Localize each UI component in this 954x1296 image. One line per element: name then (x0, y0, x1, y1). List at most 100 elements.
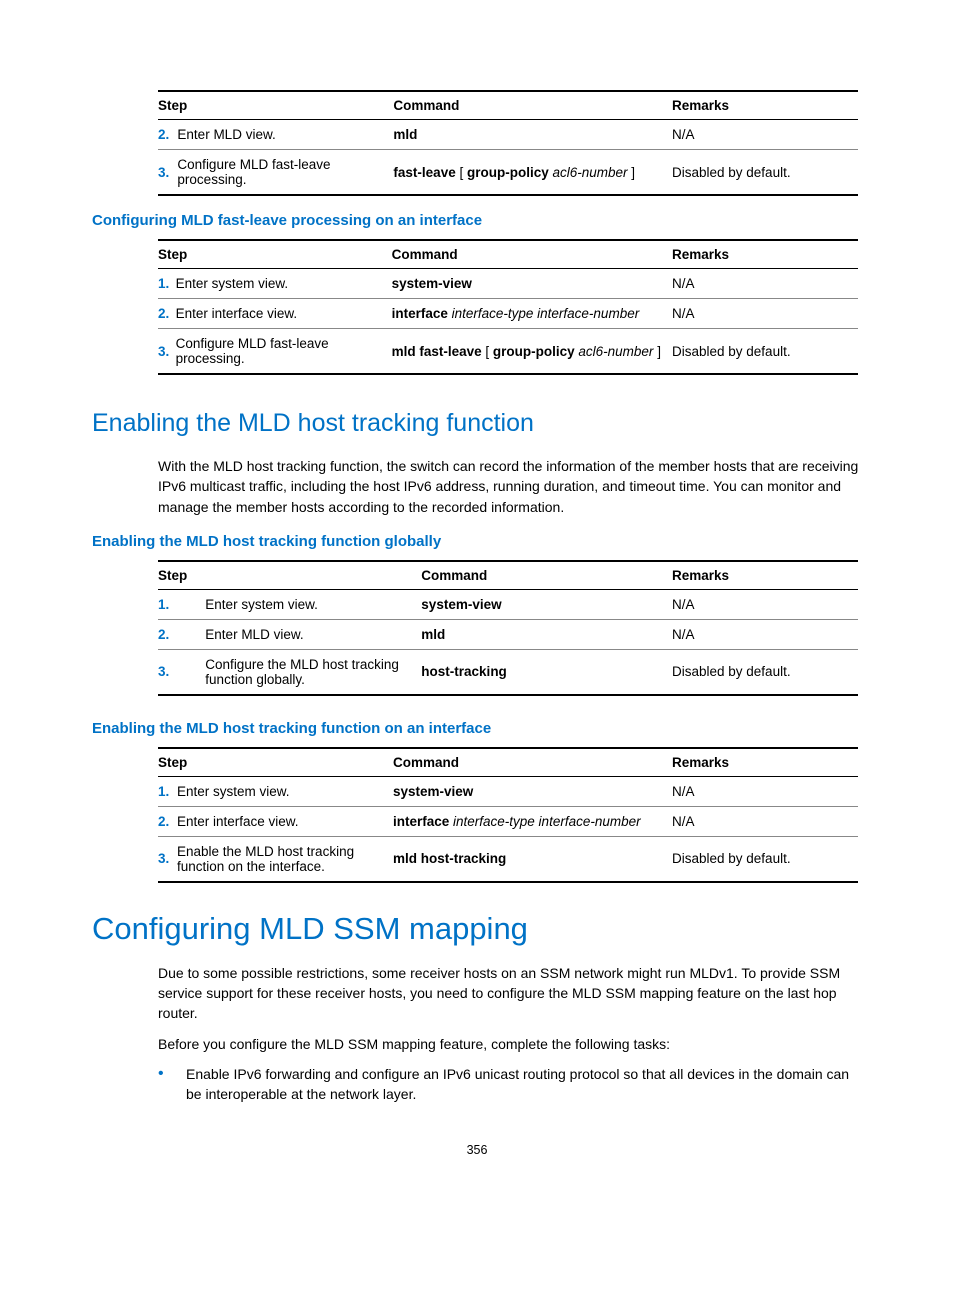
step-remarks: N/A (672, 589, 858, 619)
th-remarks: Remarks (672, 240, 858, 269)
step-number: 3. (158, 329, 176, 375)
step-desc: Enter interface view. (176, 299, 392, 329)
table-row: 1. Enter system view. system-view N/A (158, 269, 858, 299)
page-number: 356 (92, 1143, 862, 1157)
step-remarks: Disabled by default. (672, 649, 858, 695)
step-number: 1. (158, 269, 176, 299)
table-row: 1. Enter system view. system-view N/A (158, 776, 858, 806)
heading-1: Configuring MLD SSM mapping (92, 911, 862, 947)
step-number: 1. (158, 589, 205, 619)
cmd-italic: acl6-number (549, 165, 628, 180)
th-step: Step (158, 240, 392, 269)
cmd-bold: system-view (421, 597, 501, 612)
step-remarks: N/A (672, 776, 858, 806)
cmd-bold: mld (421, 627, 445, 642)
step-number: 2. (158, 120, 177, 150)
step-number: 2. (158, 806, 177, 836)
step-command: mld (393, 120, 672, 150)
cmd-bold: mld host-tracking (393, 851, 506, 866)
paragraph: Due to some possible restrictions, some … (158, 963, 862, 1024)
cmd-italic: interface-type interface-number (448, 306, 639, 321)
bullet-item: • Enable IPv6 forwarding and configure a… (158, 1064, 862, 1105)
cmd-plain: ] (628, 165, 636, 180)
config-table-3: Step Command Remarks 1. Enter system vie… (158, 560, 858, 696)
th-remarks: Remarks (672, 748, 858, 777)
step-number: 1. (158, 776, 177, 806)
step-desc: Configure MLD fast-leave processing. (176, 329, 392, 375)
step-remarks: N/A (672, 269, 858, 299)
step-command: system-view (421, 589, 672, 619)
cmd-bold: mld (393, 127, 417, 142)
th-step: Step (158, 561, 421, 590)
cmd-plain: ] (653, 344, 661, 359)
th-command: Command (393, 748, 672, 777)
cmd-italic: interface-type interface-number (449, 814, 640, 829)
step-command: system-view (393, 776, 672, 806)
cmd-bold: mld fast-leave (392, 344, 482, 359)
table-row: 2. Enter interface view. interface inter… (158, 299, 858, 329)
cmd-plain: [ (482, 344, 493, 359)
th-step: Step (158, 748, 393, 777)
heading-3: Enabling the MLD host tracking function … (92, 533, 862, 550)
config-table-4: Step Command Remarks 1. Enter system vie… (158, 747, 858, 883)
step-desc: Enter interface view. (177, 806, 393, 836)
step-remarks: N/A (672, 299, 858, 329)
step-number: 3. (158, 150, 177, 196)
cmd-bold: system-view (392, 276, 472, 291)
cmd-bold: interface (393, 814, 449, 829)
th-step: Step (158, 91, 393, 120)
th-remarks: Remarks (672, 91, 858, 120)
heading-2: Enabling the MLD host tracking function (92, 409, 862, 438)
table-row: 2. Enter MLD view. mld N/A (158, 619, 858, 649)
th-command: Command (393, 91, 672, 120)
cmd-bold: interface (392, 306, 448, 321)
table-row: 3. Configure MLD fast-leave processing. … (158, 150, 858, 196)
bullet-text: Enable IPv6 forwarding and configure an … (186, 1064, 862, 1105)
table-row: 1. Enter system view. system-view N/A (158, 589, 858, 619)
step-desc: Enter system view. (177, 776, 393, 806)
step-remarks: N/A (672, 619, 858, 649)
cmd-bold: group-policy (493, 344, 575, 359)
cmd-bold: group-policy (467, 165, 549, 180)
config-table-2: Step Command Remarks 1. Enter system vie… (158, 239, 858, 375)
step-remarks: Disabled by default. (672, 329, 858, 375)
paragraph: With the MLD host tracking function, the… (158, 456, 862, 517)
heading-3: Enabling the MLD host tracking function … (92, 720, 862, 737)
th-command: Command (421, 561, 672, 590)
bullet-icon: • (158, 1064, 186, 1105)
paragraph: Before you configure the MLD SSM mapping… (158, 1034, 862, 1054)
step-command: fast-leave [ group-policy acl6-number ] (393, 150, 672, 196)
step-desc: Configure the MLD host tracking function… (205, 649, 421, 695)
table-row: 2. Enter interface view. interface inter… (158, 806, 858, 836)
cmd-plain: [ (456, 165, 467, 180)
step-desc: Enable the MLD host tracking function on… (177, 836, 393, 882)
step-desc: Enter system view. (176, 269, 392, 299)
step-desc: Enter MLD view. (177, 120, 393, 150)
step-desc: Enter MLD view. (205, 619, 421, 649)
cmd-bold: fast-leave (393, 165, 455, 180)
cmd-bold: system-view (393, 784, 473, 799)
table-row: 3. Enable the MLD host tracking function… (158, 836, 858, 882)
step-remarks: Disabled by default. (672, 836, 858, 882)
step-command: mld fast-leave [ group-policy acl6-numbe… (392, 329, 672, 375)
step-desc: Enter system view. (205, 589, 421, 619)
table-row: 2. Enter MLD view. mld N/A (158, 120, 858, 150)
th-remarks: Remarks (672, 561, 858, 590)
step-command: interface interface-type interface-numbe… (393, 806, 672, 836)
step-remarks: N/A (672, 806, 858, 836)
step-number: 3. (158, 649, 205, 695)
table-row: 3. Configure MLD fast-leave processing. … (158, 329, 858, 375)
step-command: system-view (392, 269, 672, 299)
step-remarks: N/A (672, 120, 858, 150)
document-page: Step Command Remarks 2. Enter MLD view. … (0, 0, 954, 1197)
step-desc: Configure MLD fast-leave processing. (177, 150, 393, 196)
step-command: host-tracking (421, 649, 672, 695)
cmd-italic: acl6-number (575, 344, 654, 359)
config-table-1: Step Command Remarks 2. Enter MLD view. … (158, 90, 858, 196)
step-command: mld (421, 619, 672, 649)
step-number: 2. (158, 299, 176, 329)
heading-3: Configuring MLD fast-leave processing on… (92, 212, 862, 229)
th-command: Command (392, 240, 672, 269)
cmd-bold: host-tracking (421, 664, 507, 679)
step-remarks: Disabled by default. (672, 150, 858, 196)
